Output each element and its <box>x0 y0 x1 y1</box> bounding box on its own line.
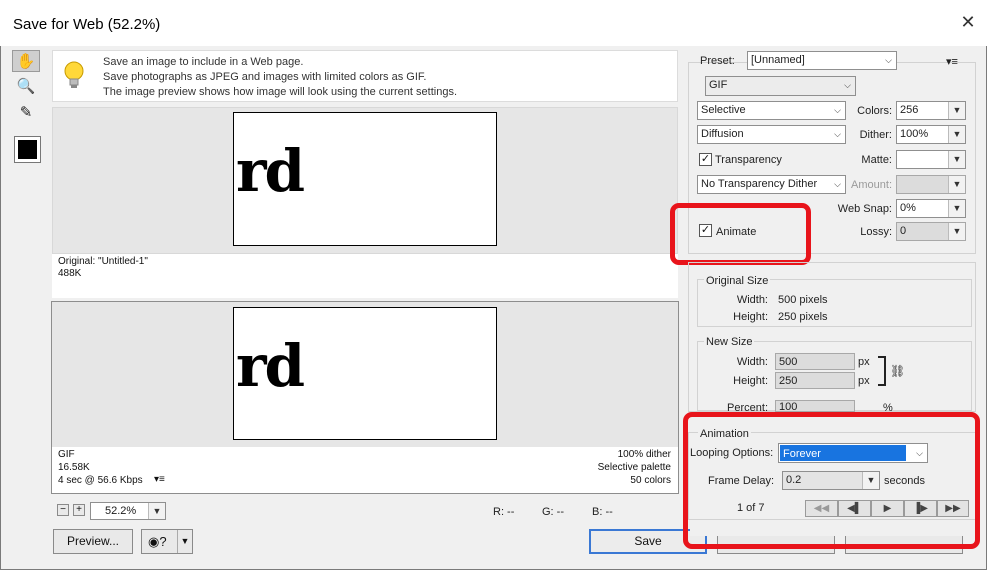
tip-line-3: The image preview shows how image will l… <box>103 86 457 98</box>
colors-label: Colors: <box>857 105 892 117</box>
preset-value: [Unnamed] <box>751 54 805 66</box>
globe-help-icon: ◉? <box>148 534 167 549</box>
window-title: Save for Web (52.2%) <box>13 16 161 33</box>
tip-line-2: Save photographs as JPEG and images with… <box>103 71 427 83</box>
lossy-label: Lossy: <box>860 226 892 238</box>
chevron-down-icon: ▼ <box>948 200 965 217</box>
matte-label: Matte: <box>861 154 892 166</box>
transparency-dither-select[interactable]: No Transparency Dither ⌵ <box>697 175 846 194</box>
height-unit: px <box>858 375 870 387</box>
matte-select[interactable]: ▼ <box>896 150 966 169</box>
palette-info: Selective palette <box>597 462 671 473</box>
title-bar: Save for Web (52.2%) ✕ <box>0 0 987 46</box>
readout-r: R: -- <box>493 506 515 518</box>
chevron-down-icon: ⌵ <box>834 105 841 115</box>
eyedropper-color-swatch[interactable] <box>14 136 41 163</box>
original-label: Original: "Untitled-1" <box>58 256 148 267</box>
file-format-value: GIF <box>709 79 728 91</box>
chevron-down-icon: ▼ <box>177 530 192 553</box>
zoom-tool-icon[interactable]: 🔍 <box>12 76 40 98</box>
height-input[interactable]: 250 <box>775 372 855 389</box>
orig-height-label: Height: <box>733 311 768 323</box>
constrain-bracket <box>878 356 886 386</box>
width-input[interactable]: 500 <box>775 353 855 370</box>
width-label: Width: <box>736 356 768 368</box>
color-reduction-select[interactable]: Selective ⌵ <box>697 101 846 120</box>
amount-label: Amount: <box>851 179 892 191</box>
chevron-down-icon: ▼ <box>948 151 965 168</box>
chevron-down-icon: ▼ <box>948 102 965 119</box>
optimized-size: 16.58K <box>58 462 90 473</box>
preset-label: Preset: <box>700 55 735 67</box>
readout-g: G: -- <box>542 506 564 518</box>
color-reduction-value: Selective <box>701 104 746 116</box>
colors-value: 256 <box>900 104 919 116</box>
lightbulb-icon <box>64 61 84 88</box>
dither-label: Dither: <box>859 129 892 141</box>
artwork-text: rd <box>236 332 305 400</box>
zoom-level-select[interactable]: 52.2% ▼ <box>90 502 166 520</box>
file-format-select[interactable]: GIF ⌵ <box>705 76 856 96</box>
animate-highlight-box <box>670 203 811 265</box>
lossy-field[interactable]: 0 ▼ <box>896 222 966 241</box>
animation-highlight-box <box>683 412 980 549</box>
orig-height-value: 250 pixels <box>778 311 828 323</box>
close-icon[interactable]: ✕ <box>958 12 978 32</box>
amount-field: ▼ <box>896 175 966 194</box>
dither-algorithm-value: Diffusion <box>701 128 744 140</box>
hand-tool-icon[interactable]: ✋ <box>12 50 40 72</box>
colors-select[interactable]: 256 ▼ <box>896 101 966 120</box>
transparency-label: Transparency <box>715 154 782 166</box>
optimized-format: GIF <box>58 449 75 460</box>
zoom-level-value: 52.2% <box>105 505 137 517</box>
transparency-checkbox[interactable]: ✓ <box>699 153 712 166</box>
artwork-text: rd <box>236 137 305 205</box>
orig-width-label: Width: <box>736 294 768 306</box>
width-unit: px <box>858 356 870 368</box>
websnap-field[interactable]: 0% ▼ <box>896 199 966 218</box>
height-label: Height: <box>733 375 768 387</box>
chevron-down-icon: ⌵ <box>885 55 892 65</box>
dither-algorithm-select[interactable]: Diffusion ⌵ <box>697 125 846 144</box>
eyedropper-tool-icon[interactable]: ✎ <box>12 102 40 124</box>
lossy-value: 0 <box>900 225 907 237</box>
dither-info: 100% dither <box>617 449 671 460</box>
tip-line-1: Save an image to include in a Web page. <box>103 56 304 68</box>
browser-preview-menu[interactable]: ◉? ▼ <box>141 529 193 554</box>
chain-link-icon[interactable]: ⛓ <box>890 364 905 378</box>
chevron-down-icon: ▼ <box>148 503 165 519</box>
orig-width-value: 500 pixels <box>778 294 828 306</box>
optimized-artwork: rd <box>233 307 497 440</box>
preset-select[interactable]: [Unnamed] ⌵ <box>747 51 897 70</box>
colors-info: 50 colors <box>630 475 671 486</box>
chevron-down-icon: ▼ <box>948 223 965 240</box>
original-artwork: rd <box>233 112 497 246</box>
chevron-down-icon: ▼ <box>948 126 965 143</box>
chevron-down-icon: ⌵ <box>844 80 851 90</box>
optimize-menu-icon[interactable]: ▾≡ <box>946 55 958 68</box>
dither-amount-field[interactable]: 100% ▼ <box>896 125 966 144</box>
websnap-label: Web Snap: <box>837 203 892 215</box>
transparency-dither-value: No Transparency Dither <box>701 178 818 190</box>
download-speed: 4 sec @ 56.6 Kbps <box>58 475 143 486</box>
new-size-title: New Size <box>704 336 755 348</box>
chevron-down-icon: ⌵ <box>834 179 841 189</box>
percent-input[interactable]: 100 <box>775 400 855 413</box>
dither-amount-value: 100% <box>900 128 929 140</box>
websnap-value: 0% <box>900 202 916 214</box>
readout-b: B: -- <box>592 506 613 518</box>
zoom-out-button[interactable]: − <box>57 504 69 516</box>
speed-menu-icon[interactable]: ▾≡ <box>154 474 165 485</box>
zoom-in-button[interactable]: + <box>73 504 85 516</box>
original-size: 488K <box>58 268 82 279</box>
original-size-title: Original Size <box>704 275 771 287</box>
preview-button[interactable]: Preview... <box>53 529 133 554</box>
chevron-down-icon: ⌵ <box>834 129 841 139</box>
chevron-down-icon: ▼ <box>948 176 965 193</box>
